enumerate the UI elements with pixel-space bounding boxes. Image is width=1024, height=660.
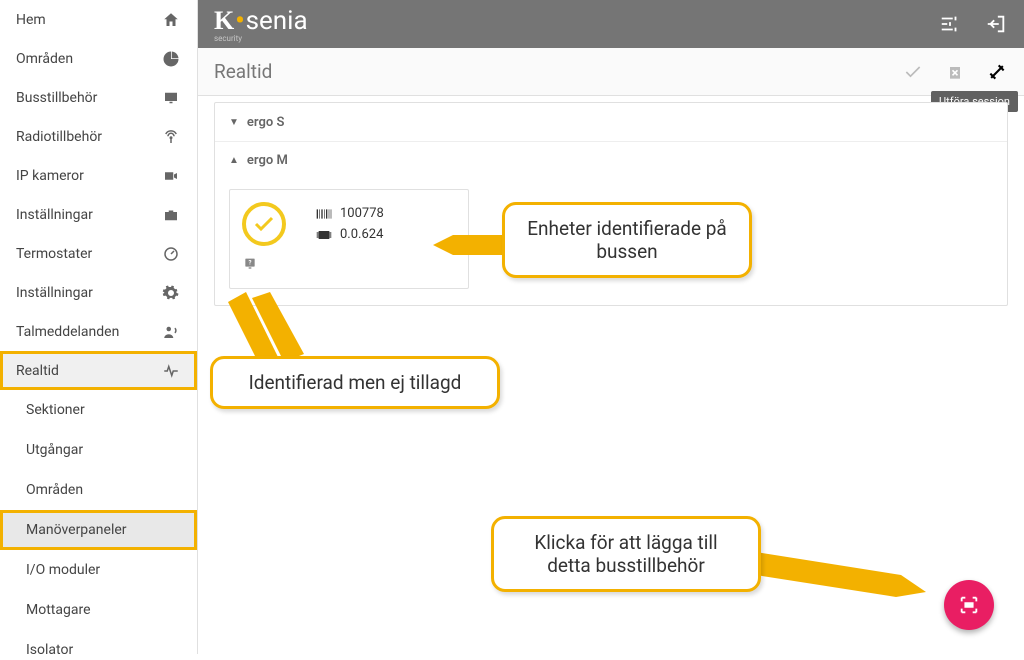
brand-senia: senia: [246, 6, 308, 36]
sidebar-sub-label: I/O moduler: [26, 562, 100, 578]
sidebar-item-label: Inställningar: [16, 285, 93, 301]
callout-bus-devices: Enheter identifierade på bussen: [502, 202, 752, 278]
sidebar-item-voice-messages[interactable]: Talmeddelanden: [0, 312, 197, 351]
sidebar-item-label: IP kameror: [16, 168, 84, 184]
check-icon: [903, 62, 923, 82]
expand-icon: ▲: [229, 155, 239, 166]
subheader: Realtid Utföra session: [198, 48, 1024, 96]
sidebar-item-home[interactable]: Hem: [0, 0, 197, 39]
accordion-label: ergo S: [247, 115, 284, 130]
sidebar-item-realtime[interactable]: Realtid: [0, 351, 197, 390]
unknown-device-icon: ?: [242, 256, 456, 276]
sidebar: Hem Områden Busstillbehör Radiotillbehör…: [0, 0, 198, 654]
trash-x-icon: [945, 62, 965, 82]
voice-icon: [161, 322, 181, 342]
sidebar-item-label: Radiotillbehör: [16, 129, 102, 145]
sidebar-item-label: Termostater: [16, 246, 92, 262]
monitor-icon: [161, 88, 181, 108]
chip-icon: [316, 229, 332, 241]
sidebar-sub-label: Isolator: [26, 642, 73, 654]
logout-icon: [985, 13, 1007, 35]
briefcase-icon: [161, 205, 181, 225]
pie-icon: [161, 49, 181, 69]
callout-not-added: Identifierad men ej tillagd: [210, 356, 500, 409]
sidebar-item-bus-accessories[interactable]: Busstillbehör: [0, 78, 197, 117]
collapse-icon: ▼: [229, 117, 239, 128]
sidebar-item-label: Busstillbehör: [16, 90, 97, 106]
accordion-ergo-m[interactable]: ▲ ergo M: [215, 141, 1007, 179]
sidebar-sub-isolator[interactable]: Isolator: [0, 630, 197, 654]
gear-icon: [161, 283, 181, 303]
sidebar-sub-keypads[interactable]: Manöverpaneler: [0, 510, 197, 550]
tools-icon: [987, 62, 1007, 82]
content: ▼ ergo S ▲ ergo M 100778: [198, 102, 1024, 660]
barcode-icon: [316, 208, 332, 220]
brand-dot: •: [235, 6, 244, 36]
sidebar-sub-receivers[interactable]: Mottagare: [0, 590, 197, 630]
sidebar-item-label: Områden: [16, 51, 73, 67]
sidebar-sub-label: Mottagare: [26, 602, 91, 618]
camera-icon: [161, 166, 181, 186]
sidebar-item-label: Talmeddelanden: [16, 324, 119, 340]
sidebar-item-radio-accessories[interactable]: Radiotillbehör: [0, 117, 197, 156]
gauge-icon: [161, 244, 181, 264]
sidebar-item-settings-1[interactable]: Inställningar: [0, 195, 197, 234]
sidebar-sub-sections[interactable]: Sektioner: [0, 390, 197, 430]
sidebar-item-label: Inställningar: [16, 207, 93, 223]
callout-text: Klicka för att lägga till detta busstill…: [516, 531, 736, 577]
status-ok-icon: [242, 202, 286, 246]
tune-button[interactable]: [938, 12, 962, 36]
tune-icon: [939, 13, 961, 35]
scan-icon: [958, 594, 980, 616]
callout-arrow: [228, 292, 318, 362]
callout-text: Identifierad men ej tillagd: [235, 371, 475, 394]
callout-arrow: [433, 230, 508, 260]
main: K • senia security Realtid: [198, 0, 1024, 654]
device-version: 0.0.624: [340, 227, 383, 242]
callout-add-bus: Klicka för att lägga till detta busstill…: [491, 516, 761, 592]
logout-button[interactable]: [984, 12, 1008, 36]
sidebar-sub-outputs[interactable]: Utgångar: [0, 430, 197, 470]
sidebar-item-thermostats[interactable]: Termostater: [0, 234, 197, 273]
sidebar-item-settings-2[interactable]: Inställningar: [0, 273, 197, 312]
device-serial: 100778: [340, 206, 384, 221]
apply-button[interactable]: [902, 61, 924, 83]
home-icon: [161, 10, 181, 30]
session-button[interactable]: [986, 61, 1008, 83]
svg-text:?: ?: [249, 260, 252, 267]
sidebar-sub-areas[interactable]: Områden: [0, 470, 197, 510]
sidebar-item-label: Realtid: [16, 363, 59, 379]
sidebar-sub-label: Områden: [26, 482, 83, 498]
callout-text: Enheter identifierade på bussen: [527, 217, 727, 263]
sidebar-sub-label: Sektioner: [26, 402, 85, 418]
sidebar-sub-label: Manöverpaneler: [26, 522, 127, 538]
accordion-label: ergo M: [247, 153, 288, 168]
discard-button[interactable]: [944, 61, 966, 83]
brand-logo: K • senia security: [214, 6, 308, 43]
sidebar-item-label: Hem: [16, 12, 46, 28]
topbar: K • senia security: [198, 0, 1024, 48]
sidebar-sub-io-modules[interactable]: I/O moduler: [0, 550, 197, 590]
sidebar-item-ip-cameras[interactable]: IP kameror: [0, 156, 197, 195]
device-info: 100778 0.0.624: [316, 206, 384, 242]
accordion-ergo-s[interactable]: ▼ ergo S: [215, 103, 1007, 141]
sidebar-item-areas[interactable]: Områden: [0, 39, 197, 78]
add-device-fab[interactable]: [944, 580, 994, 630]
callout-arrow: [756, 547, 926, 607]
page-title: Realtid: [214, 60, 272, 83]
activity-icon: [161, 361, 181, 381]
antenna-icon: [161, 127, 181, 147]
sidebar-sub-label: Utgångar: [26, 442, 83, 458]
brand-k: K: [214, 8, 234, 34]
